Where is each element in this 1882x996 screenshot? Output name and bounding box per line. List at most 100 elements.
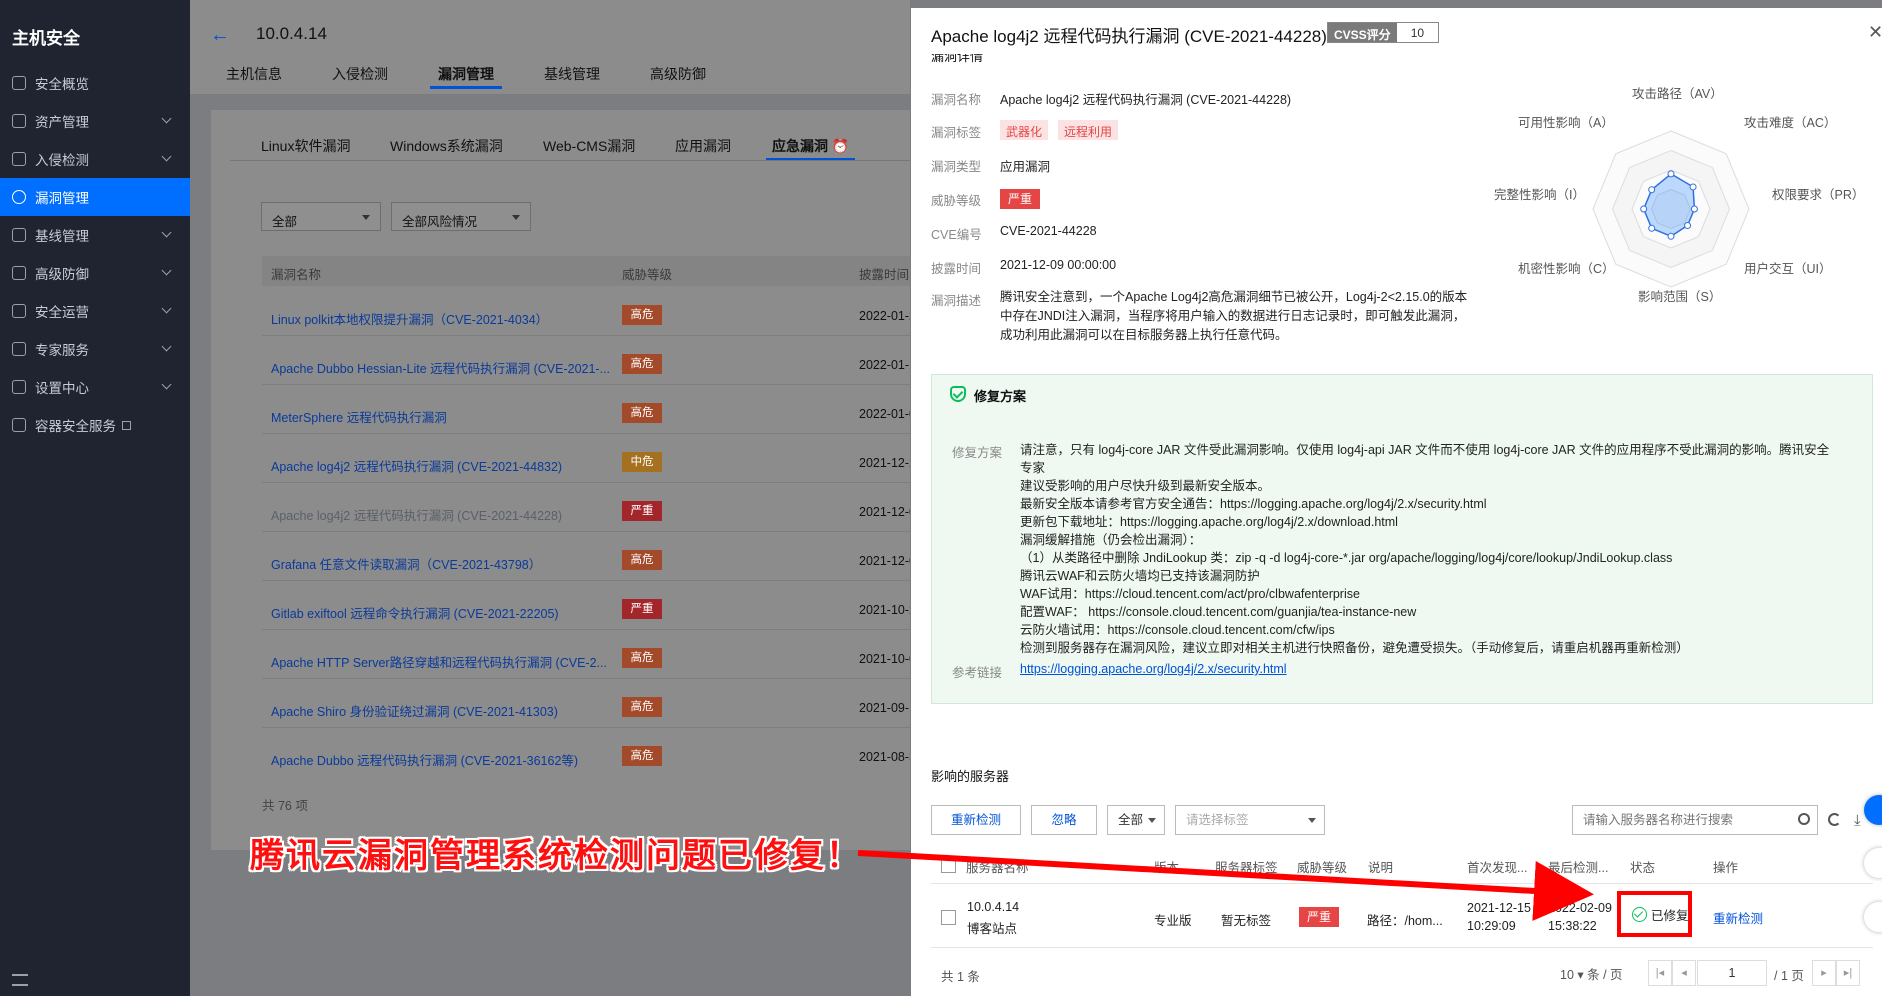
row-recheck-link[interactable]: 重新检测 xyxy=(1713,908,1763,927)
page-size-select[interactable]: 10 ▾ 条 / 页 xyxy=(1560,964,1623,983)
sidebar-item-intrusion[interactable]: 入侵检测 xyxy=(0,140,190,178)
level-badge: 高危 xyxy=(622,305,662,325)
vuln-link[interactable]: Apache HTTP Server路径穿越和远程代码执行漏洞 (CVE-2..… xyxy=(271,652,607,671)
vuln-link[interactable]: Apache Dubbo 远程代码执行漏洞 (CVE-2021-36162等) xyxy=(271,750,578,769)
section-title-detail: 漏洞详情 xyxy=(931,54,984,64)
tag-select[interactable]: 请选择标签 xyxy=(1175,805,1325,835)
first-page-icon[interactable]: |◂ xyxy=(1648,960,1672,986)
vuln-date: 2021-10-2 xyxy=(859,603,910,617)
first-found-time: 10:29:09 xyxy=(1467,919,1516,933)
select-all-checkbox[interactable] xyxy=(941,858,956,873)
vuln-link[interactable]: MeterSphere 远程代码执行漏洞 xyxy=(271,407,447,426)
subtab-label: 应急漏洞 xyxy=(772,138,828,154)
annotation-text: 腾讯云漏洞管理系统检测问题已修复！ xyxy=(250,836,862,876)
sidebar-item-container[interactable]: 容器安全服务 xyxy=(0,406,190,444)
radar-point xyxy=(1690,205,1698,213)
subtab-application[interactable]: 应用漏洞 xyxy=(675,136,731,156)
back-arrow-icon[interactable]: ← xyxy=(210,24,230,47)
table-total: 共 76 项 xyxy=(262,799,308,813)
server-scope-select[interactable]: 全部 xyxy=(1107,805,1165,835)
vuln-link[interactable]: Apache log4j2 远程代码执行漏洞 (CVE-2021-44832) xyxy=(271,456,562,475)
col-note: 说明 xyxy=(1368,861,1394,875)
fix-line: 配置WAF： https://console.cloud.tencent.com… xyxy=(1020,605,1417,619)
page-count: / 1 页 xyxy=(1774,969,1804,983)
recheck-button[interactable]: 重新检测 xyxy=(931,805,1021,835)
level-badge: 高危 xyxy=(622,648,662,668)
sidebar-item-settings[interactable]: 设置中心 xyxy=(0,368,190,406)
radar-point xyxy=(1667,232,1675,240)
level-badge: 高危 xyxy=(622,697,662,717)
server-search-input[interactable] xyxy=(1572,805,1818,835)
tab-host-info[interactable]: 主机信息 xyxy=(226,64,282,84)
tab-baseline[interactable]: 基线管理 xyxy=(544,64,600,84)
next-page-icon[interactable]: ▸ xyxy=(1812,960,1836,986)
vuln-link-selected[interactable]: Apache log4j2 远程代码执行漏洞 (CVE-2021-44228) xyxy=(271,505,562,524)
row-divider xyxy=(262,384,910,385)
tab-intrusion[interactable]: 入侵检测 xyxy=(332,64,388,84)
radar-label: 机密性影响（C） xyxy=(1518,262,1615,276)
sidebar-item-overview[interactable]: 安全概览 xyxy=(0,64,190,102)
row-divider xyxy=(262,433,910,434)
prev-page-icon[interactable]: ◂ xyxy=(1672,960,1696,986)
subtab-windows[interactable]: Windows系统漏洞 xyxy=(390,136,503,156)
fix-line: 云防火墙试用：https://console.cloud.tencent.com… xyxy=(1020,623,1335,637)
vuln-link[interactable]: Apache Dubbo Hessian-Lite 远程代码执行漏洞 (CVE-… xyxy=(271,358,610,377)
subtab-webcms[interactable]: Web-CMS漏洞 xyxy=(543,136,635,156)
vuln-link[interactable]: Linux polkit本地权限提升漏洞（CVE-2021-4034） xyxy=(271,309,548,328)
subtab-linux[interactable]: Linux软件漏洞 xyxy=(261,136,350,156)
risk-select[interactable]: 全部风险情况 xyxy=(391,202,531,231)
refresh-icon[interactable] xyxy=(1828,813,1841,826)
vuln-link[interactable]: Apache Shiro 身份验证绕过漏洞 (CVE-2021-41303) xyxy=(271,701,558,720)
brand-title: 主机安全 xyxy=(12,29,80,48)
sidebar-item-assets[interactable]: 资产管理 xyxy=(0,102,190,140)
tab-defense[interactable]: 高级防御 xyxy=(650,64,706,84)
field-label: 漏洞名称 xyxy=(931,93,982,107)
fix-line: 最新安全版本请参考官方安全通告：https://logging.apache.o… xyxy=(1020,497,1487,511)
fix-plan-title: 修复方案 xyxy=(974,389,1027,404)
ignore-button[interactable]: 忽略 xyxy=(1031,805,1097,835)
close-icon[interactable]: ✕ xyxy=(1868,22,1882,43)
field-label: CVE编号 xyxy=(931,228,982,242)
fix-line: 腾讯云WAF和云防火墙均已支持该漏洞防护 xyxy=(1020,569,1260,583)
chevron-down-icon xyxy=(161,303,172,314)
col-name: 漏洞名称 xyxy=(271,268,322,282)
tag-weaponized: 武器化 xyxy=(1000,120,1049,140)
sidebar-item-expert[interactable]: 专家服务 xyxy=(0,330,190,368)
row-divider xyxy=(262,335,910,336)
last-page-icon[interactable]: ▸| xyxy=(1836,960,1860,986)
fix-plan-text: 请注意，只有 log4j-core JAR 文件受此漏洞影响。仅使用 log4j… xyxy=(1020,441,1830,657)
sidebar-item-operations[interactable]: 安全运营 xyxy=(0,292,190,330)
level-badge: 高危 xyxy=(622,354,662,374)
col-version: 版本 xyxy=(1154,861,1180,875)
server-ip: 10.0.4.14 xyxy=(967,900,1020,914)
sidebar-item-baseline[interactable]: 基线管理 xyxy=(0,216,190,254)
chevron-down-icon xyxy=(161,151,172,162)
scope-select[interactable]: 全部 xyxy=(261,202,381,231)
page-number-input[interactable]: 1 xyxy=(1697,960,1767,986)
field-cve: CVE-2021-44228 xyxy=(1000,224,1097,238)
vuln-link[interactable]: Gitlab exiftool 远程命令执行漏洞 (CVE-2021-22205… xyxy=(271,603,559,622)
subtab-emergency[interactable]: 应急漏洞 ⏰ xyxy=(765,136,856,160)
server-level-badge: 严重 xyxy=(1299,907,1339,927)
radar-label: 权限要求（PR） xyxy=(1772,188,1865,202)
vuln-link[interactable]: Grafana 任意文件读取漏洞（CVE-2021-43798） xyxy=(271,554,541,573)
field-label: 漏洞描述 xyxy=(931,294,982,308)
sidebar-item-vulnerability[interactable]: 漏洞管理 xyxy=(0,178,190,216)
reference-link[interactable]: https://logging.apache.org/log4j/2.x/sec… xyxy=(1020,662,1287,676)
col-server-name: 服务器名称 xyxy=(966,861,1029,875)
download-icon[interactable]: ⤓ xyxy=(1854,812,1861,829)
cvss-score: CVSS评分 10 xyxy=(1327,22,1440,43)
field-type: 应用漏洞 xyxy=(1000,160,1051,174)
last-check-time: 15:38:22 xyxy=(1548,919,1597,933)
collapse-sidebar-icon[interactable] xyxy=(12,974,28,986)
external-link-icon xyxy=(122,420,131,430)
row-checkbox[interactable] xyxy=(941,910,956,925)
search-icon[interactable] xyxy=(1798,813,1810,825)
tab-vulnerability[interactable]: 漏洞管理 xyxy=(430,64,502,89)
vuln-date: 2021-10-0 xyxy=(859,652,910,666)
sidebar-item-defense[interactable]: 高级防御 xyxy=(0,254,190,292)
server-total: 共 1 条 xyxy=(941,970,980,984)
sidebar-item-label: 高级防御 xyxy=(35,267,89,282)
radar-label: 影响范围（S） xyxy=(1638,290,1722,304)
vuln-date: 2021-12-0 xyxy=(859,554,910,568)
